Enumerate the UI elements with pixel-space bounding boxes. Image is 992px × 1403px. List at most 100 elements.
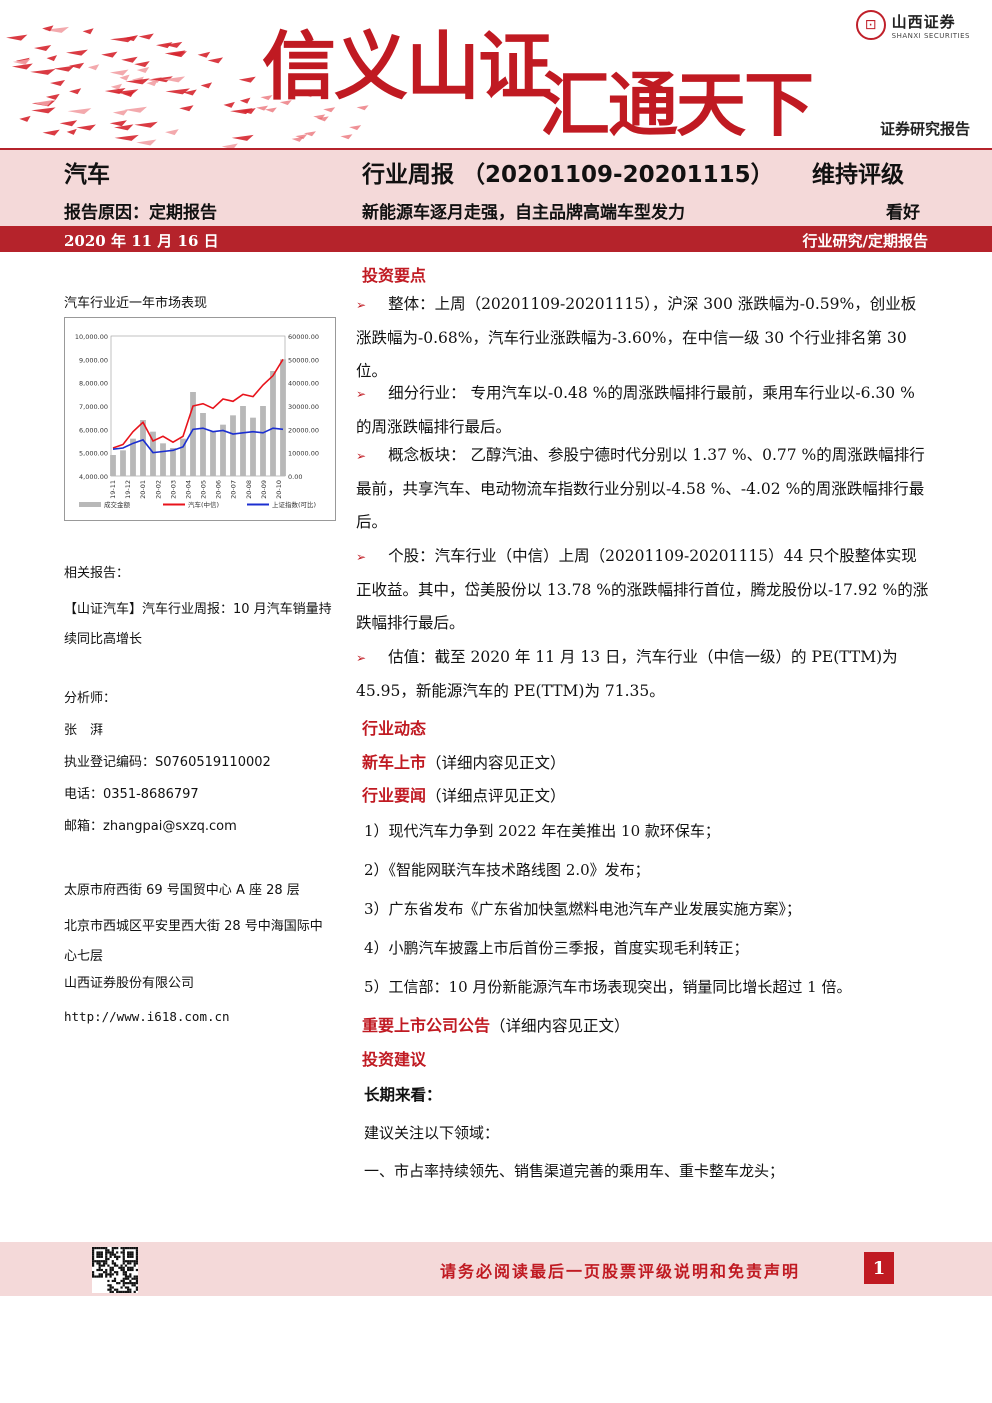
qr-module (135, 1247, 138, 1250)
qr-module (118, 1266, 121, 1269)
qr-module (102, 1271, 106, 1274)
volume-bar (250, 417, 256, 476)
qr-module (122, 1260, 125, 1263)
qr-module (102, 1260, 106, 1263)
x-tick-label: 20-03 (169, 480, 177, 499)
qr-module (98, 1262, 101, 1265)
qr-module (98, 1251, 101, 1254)
qr-module (133, 1262, 136, 1265)
qr-module (135, 1288, 138, 1291)
volume-bar (110, 455, 116, 476)
banner-arrow (207, 57, 224, 64)
series-line (112, 427, 284, 454)
x-tick-label: 20-07 (230, 480, 238, 499)
qr-module (116, 1257, 119, 1261)
volume-bar (260, 406, 266, 476)
qr-module (111, 1273, 114, 1276)
news-item-3: 3）广东省发布《广东省加快氢燃料电池汽车产业发展实施方案》； (364, 900, 802, 918)
qr-module (100, 1273, 103, 1276)
suggest-intro: 建议关注以下领域： (364, 1124, 500, 1142)
banner-arrow (112, 109, 129, 116)
qr-module (113, 1264, 117, 1267)
qr-module (120, 1268, 123, 1272)
volume-bar (170, 448, 176, 476)
qr-module (107, 1264, 110, 1267)
qr-module (122, 1290, 125, 1293)
banner-arrow (179, 105, 194, 112)
qr-module (129, 1266, 132, 1269)
rating-value: 看好 (886, 203, 920, 223)
bullet-arrow-icon: ➢ (356, 298, 367, 312)
bullet-subsector: ➢ 细分行业： 专用汽车以-0.48 %的周涨跌幅排行最前，乘用车行业以-6.30… (356, 377, 930, 444)
qr-module (92, 1260, 95, 1263)
qr-module (127, 1260, 130, 1263)
qr-module (105, 1260, 108, 1263)
qr-module (109, 1253, 112, 1256)
qr-module (92, 1264, 95, 1267)
qr-module (92, 1262, 95, 1265)
qr-module (116, 1273, 119, 1276)
qr-module (105, 1262, 108, 1265)
volume-bar (220, 424, 226, 476)
qr-module (124, 1275, 128, 1278)
bullet-stocks: ➢ 个股：汽车行业（中信）上周（20201109-20201115）44 只个股整… (356, 540, 930, 640)
qr-module (105, 1249, 108, 1252)
new-car-line: 新车上市（详细内容见正文） (362, 749, 566, 773)
qr-module (129, 1251, 132, 1254)
bullet-text: 细分行业： 专用汽车以-0.48 %的周涨跌幅排行最前，乘用车行业以-6.30 … (356, 384, 915, 436)
x-tick-label: 20-02 (154, 480, 162, 499)
sector-name: 汽车 (64, 162, 110, 188)
banner-arrow (109, 120, 127, 127)
qr-module (131, 1268, 134, 1272)
related-report-link[interactable]: 【山证汽车】汽车行业周报：10 月汽车销量持续同比高增长 (64, 595, 334, 655)
qr-module (109, 1271, 112, 1274)
qr-module (124, 1277, 128, 1280)
qr-module (120, 1251, 123, 1254)
headline: 新能源车逐月走强，自主品牌高端车型发力 (362, 203, 685, 223)
qr-code-icon (92, 1247, 138, 1293)
banner-arrow (42, 129, 60, 136)
qr-module (120, 1264, 123, 1267)
qr-module (135, 1277, 138, 1280)
qr-module (113, 1288, 117, 1291)
qr-module (111, 1260, 114, 1263)
x-tick-label: 19-11 (109, 480, 117, 499)
qr-module (124, 1282, 128, 1285)
x-tick-label: 20-08 (245, 480, 253, 499)
qr-module (98, 1266, 101, 1269)
qr-module (129, 1290, 132, 1293)
banner-arrow (136, 139, 157, 146)
email[interactable]: 邮箱：zhangpai@sxzq.com (64, 818, 237, 836)
qr-module (92, 1247, 95, 1250)
qr-module (124, 1264, 128, 1267)
qr-module (118, 1255, 121, 1258)
qr-module (133, 1282, 136, 1285)
qr-module (122, 1271, 125, 1274)
y-left-tick-label: 4,000.00 (79, 473, 108, 481)
qr-module (94, 1247, 97, 1250)
y-left-tick-label: 5,000.00 (79, 450, 108, 458)
qr-module (122, 1266, 125, 1269)
qr-module (113, 1262, 117, 1265)
volume-bar (120, 450, 126, 476)
company-url[interactable]: http://www.i618.com.cn (64, 1008, 230, 1026)
address-beijing: 北京市西城区平安里西大街 28 号中海国际中心七层 (64, 919, 323, 964)
qr-module (122, 1255, 125, 1258)
qr-module (107, 1273, 110, 1276)
slogan-part1: 信义山证 (262, 24, 552, 110)
y-left-tick-label: 10,000.00 (75, 333, 108, 341)
qr-module (127, 1262, 130, 1265)
qr-module (135, 1260, 138, 1263)
y-right-tick-label: 50000.00 (288, 356, 319, 364)
legend-swatch (79, 502, 101, 507)
banner-arrow (66, 128, 77, 135)
banner-arrow (66, 49, 88, 56)
legend-label: 汽车(中信) (188, 500, 219, 509)
qr-module (109, 1266, 112, 1269)
y-right-tick-label: 20000.00 (288, 426, 319, 434)
banner-arrow (34, 45, 52, 52)
qr-module (133, 1275, 136, 1278)
qr-module (122, 1284, 125, 1287)
qr-module (113, 1277, 117, 1280)
bullet-arrow-icon: ➢ (356, 651, 367, 665)
